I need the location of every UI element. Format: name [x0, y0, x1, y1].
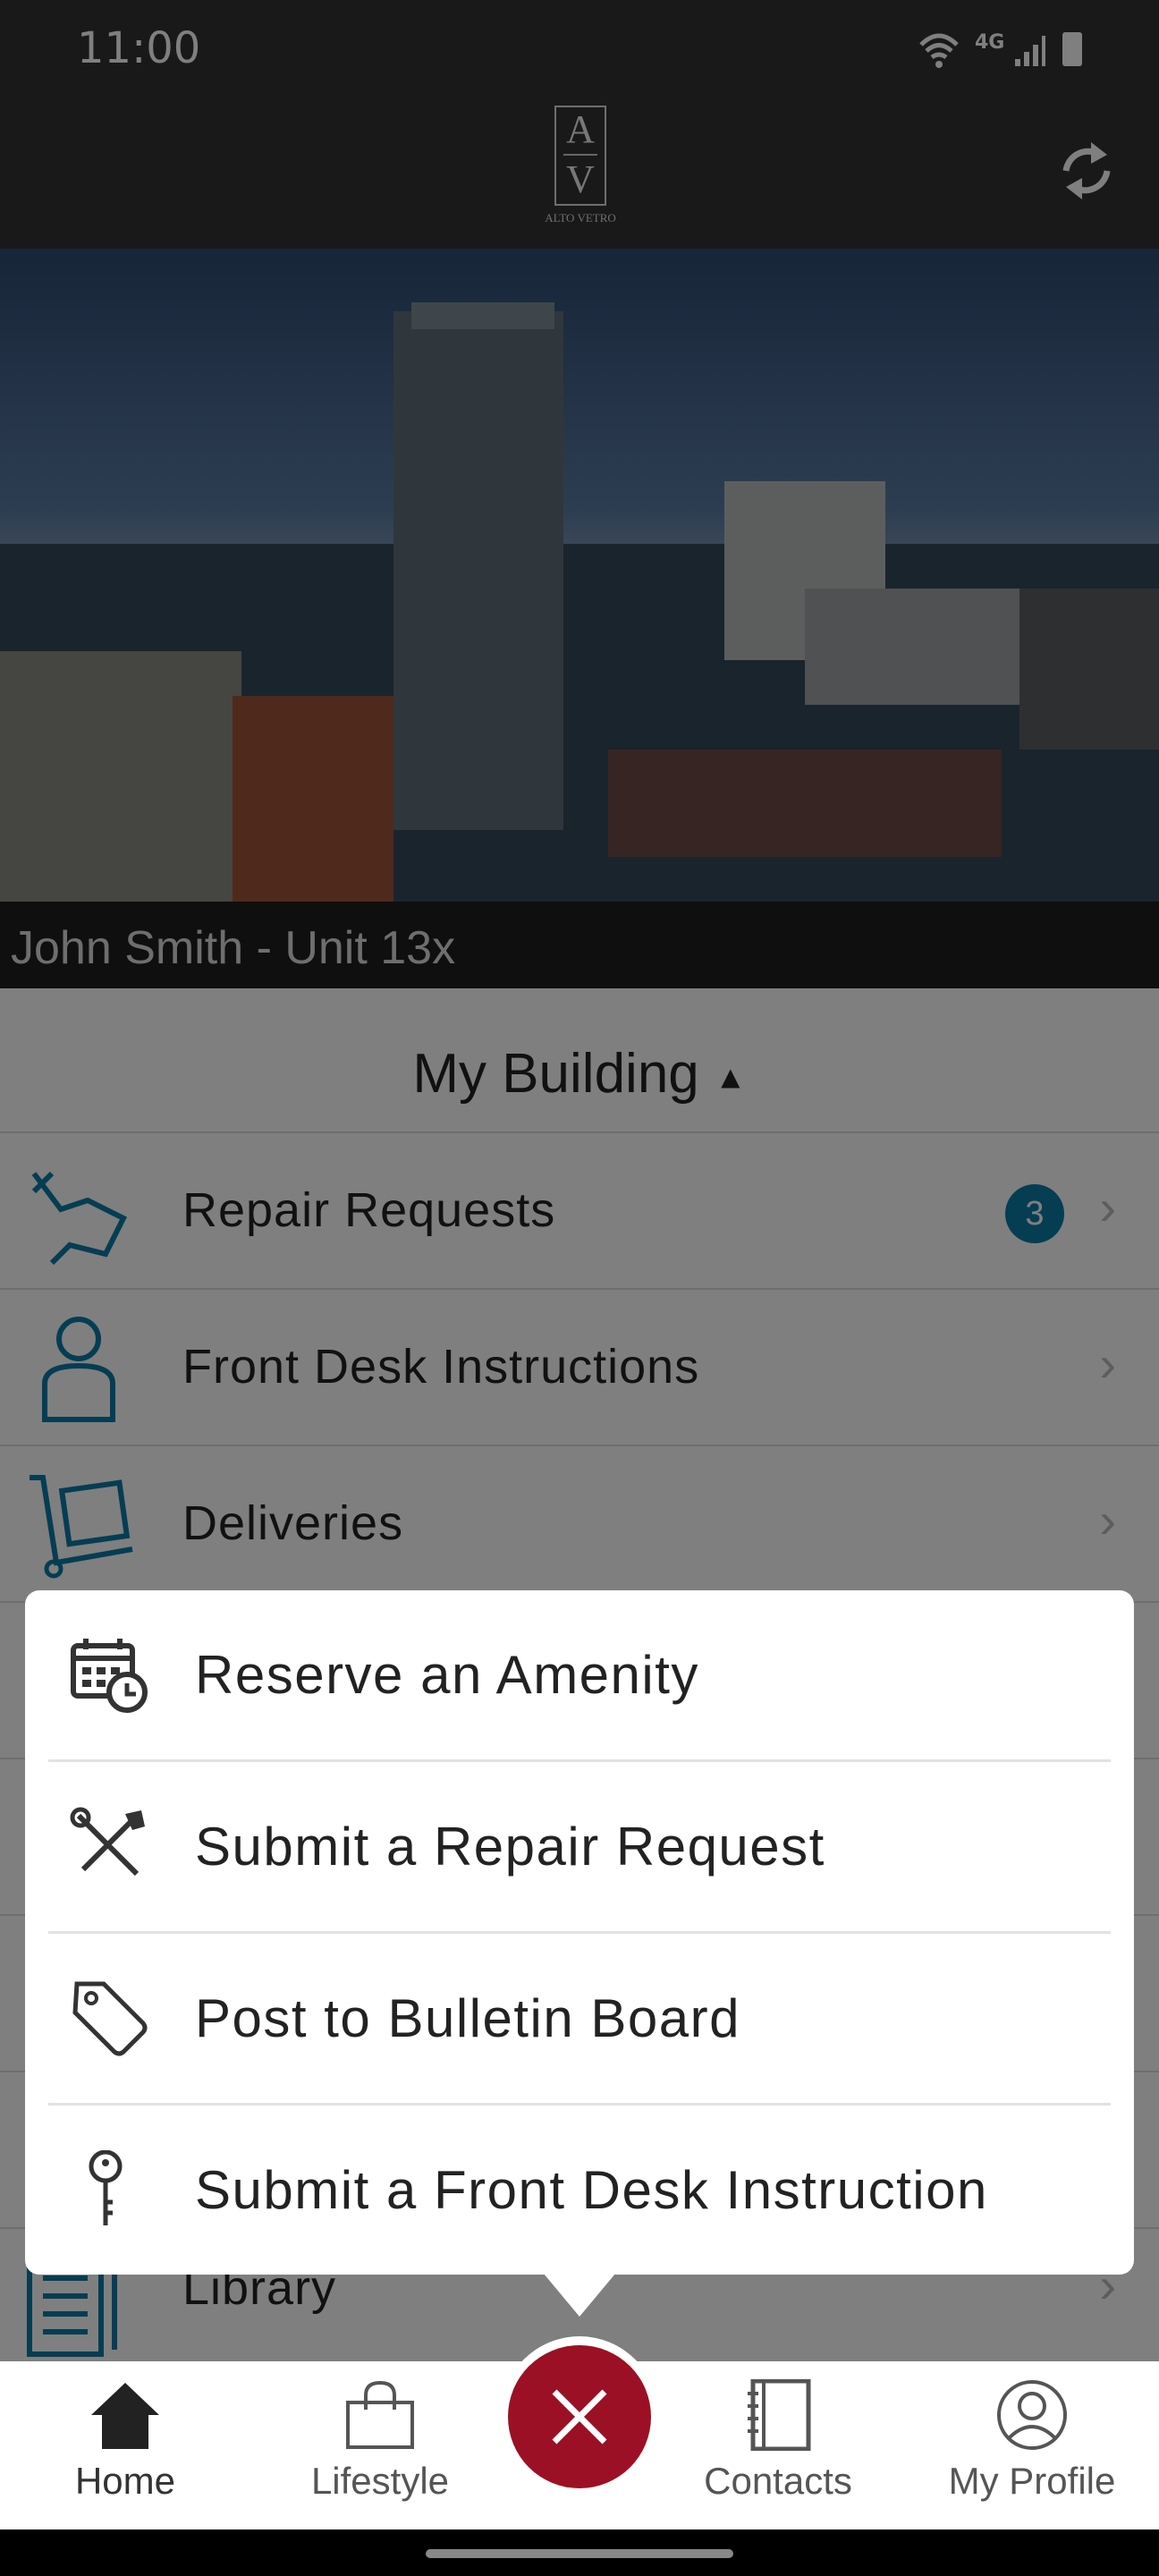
calendar-clock-icon — [71, 1639, 148, 1713]
nav-label: Home — [74, 2460, 176, 2502]
nav-label: Lifestyle — [310, 2460, 450, 2502]
address-book-icon — [748, 2379, 811, 2451]
key-icon — [89, 2150, 123, 2225]
nav-contacts[interactable]: Contacts — [680, 2361, 876, 2529]
nav-label: My Profile — [948, 2460, 1116, 2502]
menu-item-label: Submit a Front Desk Instruction — [195, 2160, 988, 2220]
nav-my-profile[interactable]: My Profile — [934, 2361, 1130, 2529]
menu-item-reserve-amenity[interactable]: Reserve an Amenity — [25, 1590, 1134, 1762]
close-icon — [552, 2389, 607, 2445]
home-icon — [91, 2383, 159, 2449]
nav-lifestyle[interactable]: Lifestyle — [282, 2361, 478, 2529]
home-gesture-handle[interactable] — [426, 2549, 733, 2558]
menu-pointer — [544, 2274, 615, 2317]
menu-item-front-desk-instruction[interactable]: Submit a Front Desk Instruction — [25, 2106, 1134, 2275]
tools-icon — [70, 1807, 145, 1877]
tag-icon — [72, 1981, 148, 2056]
menu-item-repair-request[interactable]: Submit a Repair Request — [25, 1762, 1134, 1934]
menu-item-label: Post to Bulletin Board — [195, 1988, 741, 2048]
menu-item-label: Submit a Repair Request — [195, 1817, 825, 1877]
menu-item-bulletin-board[interactable]: Post to Bulletin Board — [25, 1934, 1134, 2106]
menu-item-label: Reserve an Amenity — [195, 1645, 699, 1705]
nav-label: Contacts — [704, 2460, 852, 2502]
nav-home[interactable]: Home — [27, 2361, 224, 2529]
shopping-bag-icon — [346, 2380, 414, 2449]
close-menu-button[interactable] — [508, 2345, 651, 2488]
quick-actions-menu: Reserve an Amenity Submit a Repair Reque… — [25, 1590, 1134, 2275]
profile-icon — [997, 2380, 1067, 2450]
